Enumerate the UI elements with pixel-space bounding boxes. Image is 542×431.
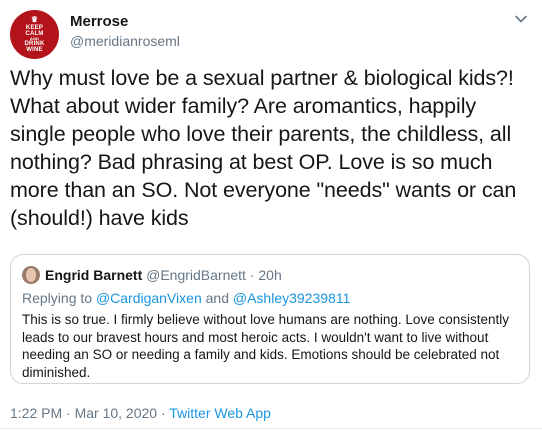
tweet-metadata: 1:22 PM · Mar 10, 2020 · Twitter Web App — [10, 405, 271, 421]
quoted-text-line: needing an SO or needing a family and ki… — [22, 347, 500, 362]
tweet: ♛ KEEP CALM AND DRINK WINE Merrose @meri… — [0, 0, 542, 431]
reply-user-link[interactable]: @Ashley39239811 — [233, 290, 350, 306]
timestamp[interactable]: 1:22 PM · Mar 10, 2020 · — [10, 405, 169, 421]
tweet-text-line: single people who love their parents, th… — [10, 122, 512, 146]
replying-and: and — [201, 290, 233, 306]
source-link[interactable]: Twitter Web App — [169, 405, 271, 421]
quoted-display-name: Engrid Barnett — [45, 267, 143, 283]
tweet-text-line: What about wider family? Are aromantics,… — [10, 94, 477, 118]
quoted-handle-time: @EngridBarnett · 20h — [142, 267, 282, 283]
quoted-text-line: leads to our bravest hours and most hero… — [22, 329, 489, 345]
display-name[interactable]: Merrose — [70, 13, 128, 30]
quoted-tweet[interactable]: Engrid Barnett @EngridBarnett · 20h Repl… — [10, 254, 530, 384]
replying-prefix: Replying to — [22, 290, 96, 306]
tweet-text-line: Why must love be a sexual partner & biol… — [10, 66, 514, 90]
reply-user-link[interactable]: @CardiganVixen — [96, 290, 202, 306]
avatar-text: WINE — [26, 47, 43, 53]
tweet-text: Why must love be a sexual partner & biol… — [10, 64, 536, 232]
quoted-avatar — [22, 266, 40, 284]
quoted-text: This is so true. I firmly believe withou… — [22, 311, 522, 381]
tweet-text-line: more than an SO. Not everyone "needs" wa… — [10, 178, 517, 202]
tweet-text-line: nothing? Bad phrasing at best OP. Love i… — [10, 150, 493, 174]
quoted-text-line: diminished. — [22, 364, 91, 380]
quoted-header: Engrid Barnett @EngridBarnett · 20h — [45, 267, 282, 283]
replying-to: Replying to @CardiganVixen and @Ashley39… — [22, 290, 350, 306]
tweet-text-line: (should!) have kids — [10, 206, 189, 230]
divider — [0, 428, 542, 429]
crown-icon: ♛ — [30, 15, 39, 24]
user-handle[interactable]: @meridianroseml — [70, 33, 180, 49]
chevron-down-icon[interactable] — [514, 12, 528, 26]
avatar[interactable]: ♛ KEEP CALM AND DRINK WINE — [10, 10, 59, 59]
quoted-text-line: This is so true. I firmly believe withou… — [22, 312, 509, 327]
